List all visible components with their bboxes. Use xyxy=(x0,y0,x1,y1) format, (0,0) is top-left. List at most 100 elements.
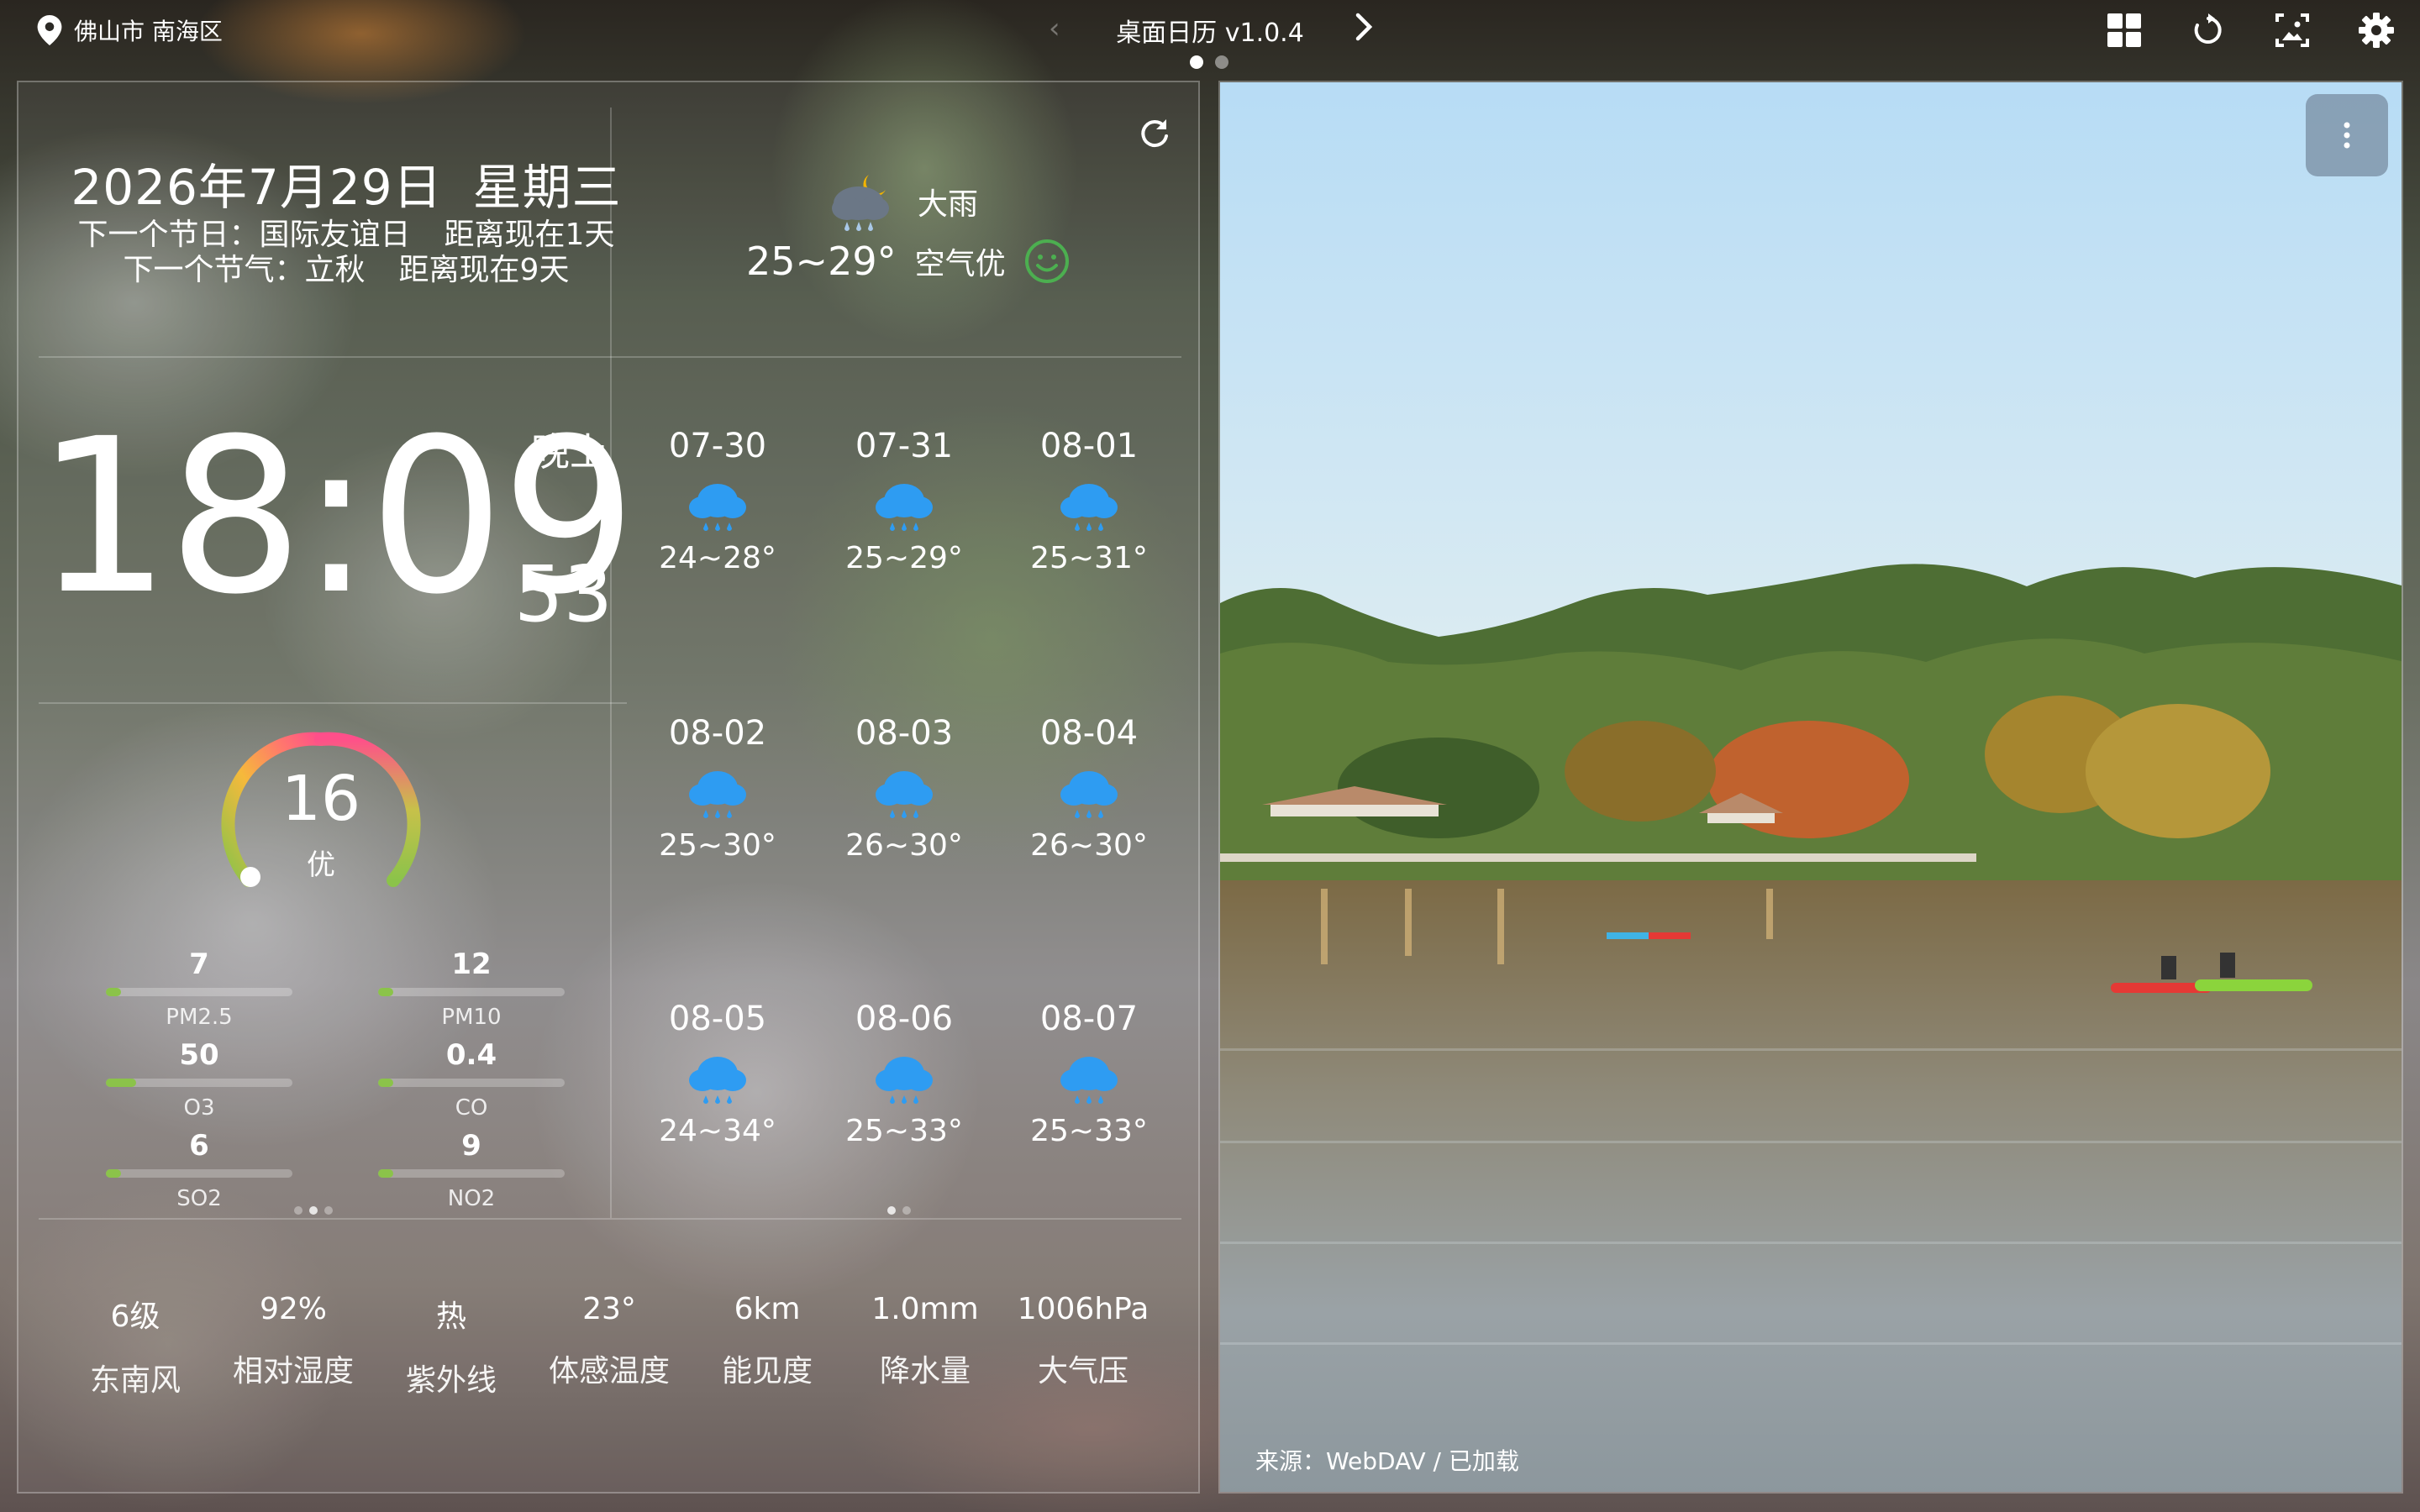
stat-value: 1.0mm xyxy=(871,1292,979,1326)
forecast-day[interactable]: 07-30 24~28° xyxy=(634,427,802,575)
page-dot[interactable] xyxy=(1215,55,1228,69)
pollutant-bar-fill xyxy=(378,988,393,996)
forecast-date: 07-31 xyxy=(855,427,954,465)
pollutant-bar-fill xyxy=(378,1079,393,1087)
pollutant-pm10: 12 PM10 xyxy=(375,948,568,1030)
weather-stat: 6级 东南风 xyxy=(55,1292,215,1399)
pollutant-bar-fill xyxy=(106,1079,136,1087)
stat-value: 6级 xyxy=(110,1299,160,1334)
stat-value: 1006hPa xyxy=(1017,1292,1150,1326)
forecast-date: 08-02 xyxy=(668,714,767,753)
pollutant-value: 7 xyxy=(189,948,209,981)
pollutant-bar xyxy=(378,1169,565,1178)
location[interactable]: 佛山市 南海区 xyxy=(37,13,223,47)
forecast-range: 24~28° xyxy=(659,541,776,575)
rain-icon xyxy=(1060,484,1118,531)
forecast-range: 25~29° xyxy=(845,541,963,575)
weather-refresh-icon[interactable] xyxy=(1136,116,1173,153)
weather-stat: 1.0mm 降水量 xyxy=(845,1292,1005,1390)
pollutant-name: SO2 xyxy=(176,1186,222,1211)
weather-stat: 92% 相对湿度 xyxy=(213,1292,373,1390)
grid-icon xyxy=(2107,13,2141,47)
pollutant-pm25: 7 PM2.5 xyxy=(103,948,296,1030)
stat-value: 热 xyxy=(435,1299,466,1334)
gear-icon xyxy=(2359,13,2394,48)
next-solar-term-distance: 距离现在9天 xyxy=(398,253,570,287)
pollutant-value: 6 xyxy=(189,1129,209,1163)
weather-stat: 6km 能见度 xyxy=(687,1292,847,1390)
pollutant-bar xyxy=(106,1169,292,1178)
image-button[interactable] xyxy=(2270,8,2314,52)
rain-icon xyxy=(876,771,933,818)
forecast-date: 08-07 xyxy=(1039,1000,1139,1038)
image-icon xyxy=(2275,13,2309,47)
aqi-value: 16 xyxy=(281,763,361,835)
divider xyxy=(39,702,627,704)
rain-icon xyxy=(876,484,933,531)
stat-value: 23° xyxy=(582,1292,636,1326)
rain-icon xyxy=(1060,771,1118,818)
forecast-page-dots xyxy=(887,1206,911,1215)
pollutant-name: CO xyxy=(455,1095,488,1121)
refresh-button[interactable] xyxy=(2186,8,2230,52)
forecast-range: 25~33° xyxy=(845,1114,963,1148)
forecast-range: 25~33° xyxy=(1030,1114,1148,1148)
forecast-day[interactable]: 08-03 26~30° xyxy=(820,714,988,863)
clock-period: 晚上 xyxy=(531,429,608,475)
pollutant-name: PM10 xyxy=(441,1005,502,1030)
weather-condition: 大雨 xyxy=(918,187,979,222)
date-text: 2026年7月29日 xyxy=(71,159,443,216)
pollutant-bar-fill xyxy=(378,1169,393,1178)
chevron-right-icon[interactable] xyxy=(1351,10,1376,51)
forecast-day[interactable]: 08-07 25~33° xyxy=(1005,1000,1173,1148)
aqi-level: 优 xyxy=(307,848,335,882)
next-solar-term-label: 下一个节气：立秋 xyxy=(123,253,366,287)
air-quality-label: 空气优 xyxy=(914,247,1006,281)
forecast-date: 08-01 xyxy=(1039,427,1139,465)
stat-name: 降水量 xyxy=(879,1354,971,1389)
page-dot-active[interactable] xyxy=(1190,55,1203,69)
stat-value: 92% xyxy=(259,1292,327,1326)
pollutant-o3: 50 O3 xyxy=(103,1038,296,1121)
forecast-day[interactable]: 07-31 25~29° xyxy=(820,427,988,575)
pollutant-name: NO2 xyxy=(447,1186,496,1211)
location-text: 佛山市 南海区 xyxy=(74,18,223,45)
aqi-page-dots xyxy=(294,1206,333,1215)
pollutant-value: 9 xyxy=(461,1129,481,1163)
stat-name: 能见度 xyxy=(721,1354,813,1389)
rain-icon xyxy=(876,1057,933,1104)
pollutant-bar xyxy=(106,988,292,996)
forecast-date: 08-05 xyxy=(668,1000,767,1038)
stat-name: 相对湿度 xyxy=(232,1354,354,1389)
more-button[interactable] xyxy=(2306,94,2388,176)
dashboard-panel: 2026年7月29日 星期三 下一个节日：国际友谊日 距离现在1天 下一个节气：立秋… xyxy=(17,81,1200,1494)
pollutant-value: 50 xyxy=(179,1038,219,1072)
forecast-day[interactable]: 08-05 24~34° xyxy=(634,1000,802,1148)
pollutant-bar-fill xyxy=(106,1169,121,1178)
lake-photo xyxy=(1220,82,2402,1492)
forecast-range: 26~30° xyxy=(845,828,963,863)
forecast-date: 08-06 xyxy=(855,1000,954,1038)
pollutant-bar-fill xyxy=(106,988,121,996)
current-temp-row: 25~29° 空气优 xyxy=(746,239,1070,284)
rain-icon xyxy=(689,484,746,531)
weather-stat: 1006hPa 大气压 xyxy=(1003,1292,1163,1390)
app-title: 桌面日历 v1.0.4 xyxy=(1116,18,1304,48)
page-indicator xyxy=(1190,55,1228,69)
rain-icon xyxy=(689,1057,746,1104)
forecast-day[interactable]: 08-04 26~30° xyxy=(1005,714,1173,863)
forecast-day[interactable]: 08-06 25~33° xyxy=(820,1000,988,1148)
chevron-left-icon[interactable]: ‹ xyxy=(1049,12,1060,45)
forecast-day[interactable]: 08-02 25~30° xyxy=(634,714,802,863)
pollutant-name: O3 xyxy=(183,1095,215,1121)
grid-button[interactable] xyxy=(2102,8,2146,52)
pollutant-bar xyxy=(378,988,565,996)
pollutant-value: 12 xyxy=(451,948,492,981)
rain-night-icon xyxy=(832,175,889,231)
stat-value: 6km xyxy=(734,1292,801,1326)
weather-stat: 23° 体感温度 xyxy=(529,1292,689,1390)
forecast-day[interactable]: 08-01 25~31° xyxy=(1005,427,1173,575)
settings-button[interactable] xyxy=(2354,8,2398,52)
photo-frame[interactable] xyxy=(1218,81,2403,1494)
stat-name: 紫外线 xyxy=(405,1363,497,1398)
